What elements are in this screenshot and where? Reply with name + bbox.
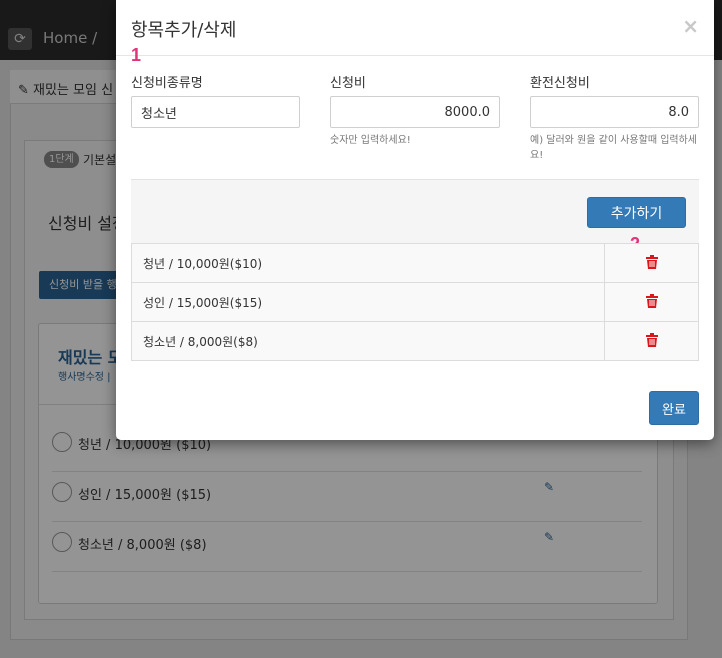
exchange-fee-help: 예) 달러와 원을 같이 사용할때 입력하세요!: [530, 135, 697, 161]
table-row: 성인 / 15,000원($15): [131, 282, 699, 322]
modal-title: 항목추가/삭제: [131, 20, 237, 41]
add-delete-modal: 항목추가/삭제 × 1 신청비종류명 신청비 숫자만 입력하세요! 환전신청비 …: [116, 0, 714, 440]
fee-name-label: 신청비종류명: [131, 76, 203, 91]
modal-header: 항목추가/삭제 ×: [116, 0, 714, 56]
annotation-marker-1: 1: [131, 45, 142, 65]
add-item-button[interactable]: 추가하기: [587, 197, 686, 228]
close-icon[interactable]: ×: [682, 14, 699, 38]
trash-icon[interactable]: [645, 254, 658, 272]
fee-item-name: 성인 / 15,000원($15): [131, 282, 605, 322]
fee-amount-help: 숫자만 입력하세요!: [330, 135, 411, 146]
exchange-fee-label: 환전신청비: [530, 76, 590, 91]
exchange-fee-input[interactable]: [530, 96, 699, 128]
fee-amount-input[interactable]: [330, 96, 500, 128]
table-row: 청소년 / 8,000원($8): [131, 321, 699, 361]
done-button[interactable]: 완료: [649, 391, 699, 425]
fee-items-table: 청년 / 10,000원($10) 성인 / 15,000원($15) 청소년 …: [131, 243, 699, 361]
fee-item-name: 청소년 / 8,000원($8): [131, 321, 605, 361]
fee-name-input[interactable]: [131, 96, 300, 128]
fee-item-name: 청년 / 10,000원($10): [131, 243, 605, 283]
table-row: 청년 / 10,000원($10): [131, 243, 699, 283]
trash-icon[interactable]: [645, 332, 658, 350]
trash-icon[interactable]: [645, 293, 658, 311]
fee-amount-label: 신청비: [330, 76, 366, 91]
